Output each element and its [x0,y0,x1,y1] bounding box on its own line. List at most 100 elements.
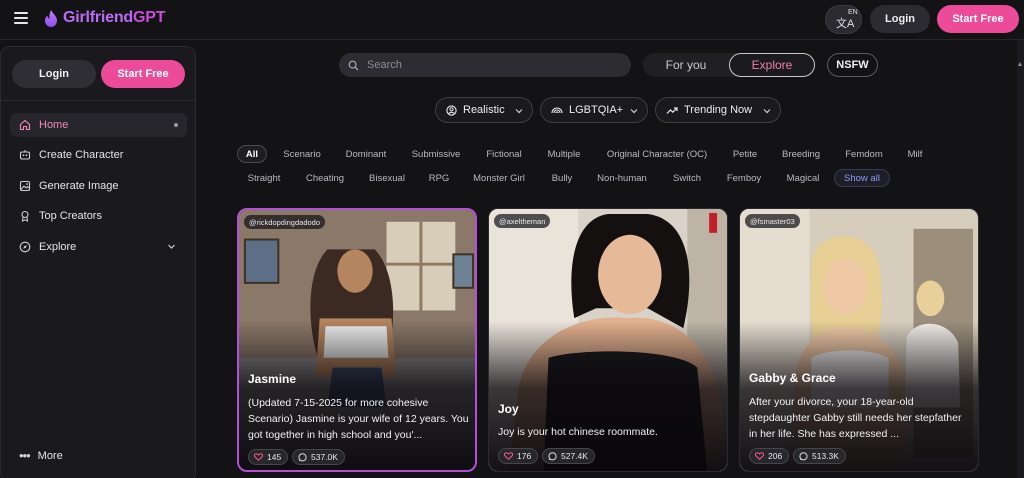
likes-count[interactable]: 145 [248,449,289,465]
tag-bully[interactable]: Bully [544,169,580,187]
filter-label: LGBTQIA+ [569,104,624,116]
chat-bubble-icon [548,451,557,461]
tag-petite[interactable]: Petite [726,145,764,163]
tag-dominant[interactable]: Dominant [337,145,395,163]
character-description: After your divorce, your 18-year-old ste… [749,396,962,440]
sidebar-start-free-button[interactable]: Start Free [101,60,185,88]
filter-label: Trending Now [684,104,753,116]
filter-label: Realistic [463,104,505,116]
likes-count[interactable]: 176 [498,448,539,464]
character-card[interactable]: @fsmaster03 Gabby & Grace After your div… [739,208,979,472]
messages-count: 537.0K [292,449,345,465]
chevron-down-icon [168,244,175,249]
nsfw-toggle[interactable]: NSFW [827,53,878,77]
filter-category-dropdown[interactable]: LGBTQIA+ [540,97,648,123]
messages-count: 527.4K [542,448,595,464]
language-button[interactable]: 文A EN [825,5,862,34]
home-icon [19,119,31,131]
sidebar-item-label: Generate Image [39,180,119,192]
tag-cheating[interactable]: Cheating [299,169,351,187]
trending-icon [666,106,678,115]
page-scrollbar[interactable] [1017,40,1024,478]
show-all-tags-button[interactable]: Show all [834,169,890,187]
language-code: EN [848,9,858,16]
creator-handle[interactable]: @rickdopdingdadodo [244,215,325,229]
tag-magical[interactable]: Magical [779,169,827,187]
rainbow-icon [551,105,563,115]
tag-femboy[interactable]: Femboy [720,169,768,187]
tag-fictional[interactable]: Fictional [477,145,531,163]
messages-value: 537.0K [311,452,338,462]
filter-sort-dropdown[interactable]: Trending Now [655,97,781,123]
tag-all[interactable]: All [237,145,267,163]
messages-value: 527.4K [561,451,588,461]
sidebar-item-label: Home [39,119,69,131]
likes-value: 145 [267,452,282,462]
heart-icon [755,452,764,460]
sidebar-item-create-character[interactable]: Create Character [10,143,187,167]
tag-non-human[interactable]: Non-human [590,169,654,187]
face-icon [446,104,457,116]
create-character-icon [19,149,31,161]
award-icon [19,210,31,222]
chat-bubble-icon [799,451,808,461]
search-placeholder: Search [367,59,402,71]
sidebar-more[interactable]: ••• More [19,448,63,463]
sidebar-item-generate-image[interactable]: Generate Image [10,174,187,198]
logo[interactable]: GirlfriendGPT [44,9,166,27]
tag-bisexual[interactable]: Bisexual [362,169,412,187]
sidebar-item-label: Top Creators [39,210,102,222]
character-description: Joy is your hot chinese roommate. [498,426,658,438]
character-card[interactable]: @rickdopdingdadodo Jasmine (Updated 7-15… [237,208,477,472]
tab-for-you[interactable]: For you [643,53,729,77]
heart-icon [254,453,263,461]
character-name: Jasmine [248,372,297,386]
tag-rpg[interactable]: RPG [423,169,455,187]
chevron-down-icon [515,109,523,114]
character-name: Gabby & Grace [749,371,836,385]
tag-milf[interactable]: Milf [900,145,930,163]
filter-style-dropdown[interactable]: Realistic [435,97,533,123]
tag-breeding[interactable]: Breeding [774,145,828,163]
menu-icon[interactable] [14,12,28,24]
character-card[interactable]: @axeltheman Joy Joy is your hot chinese … [488,208,728,472]
divider [1,100,195,101]
compass-icon [19,241,31,253]
tag-switch[interactable]: Switch [664,169,710,187]
sidebar-item-label: Create Character [39,149,124,161]
search-input[interactable]: Search [339,53,631,77]
flame-logo-icon [45,9,57,27]
sidebar-item-top-creators[interactable]: Top Creators [10,204,187,228]
active-indicator [174,123,178,127]
tag-original-character[interactable]: Original Character (OC) [598,145,716,163]
tag-monster-girl[interactable]: Monster Girl [465,169,533,187]
creator-handle[interactable]: @fsmaster03 [745,214,800,228]
search-icon [348,60,359,70]
image-icon [19,180,31,192]
sidebar-item-home[interactable]: Home [10,113,187,137]
chat-bubble-icon [298,452,307,462]
chevron-down-icon [630,109,638,114]
tag-femdom[interactable]: Femdom [838,145,890,163]
scroll-up-arrow-icon[interactable] [1018,62,1022,66]
likes-value: 206 [768,451,783,461]
creator-handle[interactable]: @axeltheman [494,214,551,228]
tag-scenario[interactable]: Scenario [276,145,328,163]
heart-icon [504,452,513,460]
sidebar-item-label: Explore [39,241,77,253]
start-free-button[interactable]: Start Free [937,5,1019,33]
tab-explore[interactable]: Explore [729,53,815,77]
tag-straight[interactable]: Straight [240,169,288,187]
likes-count[interactable]: 206 [749,448,790,464]
feed-tabs: For you Explore [643,53,815,77]
more-icon: ••• [19,448,31,463]
translate-icon: 文A [836,18,855,30]
sidebar-login-button[interactable]: Login [12,60,96,88]
sidebar-item-explore[interactable]: Explore [10,235,187,259]
chevron-down-icon [763,109,771,114]
tag-multiple[interactable]: Multiple [540,145,588,163]
character-description: (Updated 7-15-2025 for more cohesive Sce… [248,397,469,441]
login-button[interactable]: Login [870,5,930,33]
tag-submissive[interactable]: Submissive [404,145,468,163]
likes-value: 176 [517,451,532,461]
